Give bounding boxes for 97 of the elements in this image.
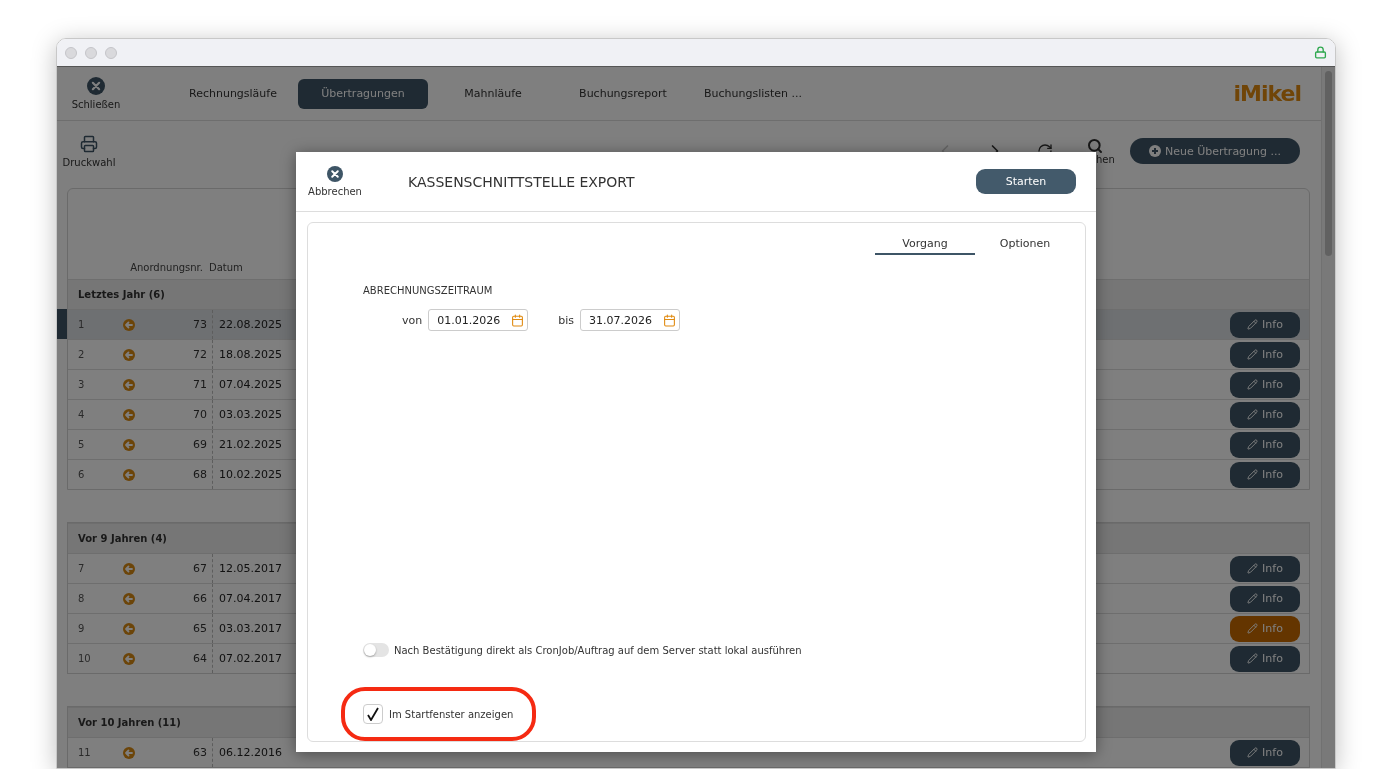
table-cell-text: 9 bbox=[77, 623, 86, 634]
info-button[interactable]: Info bbox=[1230, 461, 1300, 488]
arrow-left-icon bbox=[123, 592, 135, 605]
calendar-icon[interactable] bbox=[511, 313, 525, 327]
nav-tab[interactable]: Mahnläufe bbox=[428, 78, 558, 109]
nav-tab[interactable]: Übertragungen bbox=[298, 78, 428, 109]
window-control[interactable] bbox=[65, 46, 77, 59]
table-cell-text: 03.03.2017 bbox=[218, 622, 282, 635]
nav-tab[interactable]: Rechnungsläufe bbox=[168, 78, 298, 109]
calendar-icon[interactable] bbox=[663, 313, 676, 327]
pencil-icon bbox=[1247, 747, 1259, 758]
dialog-tab[interactable]: Vorgang bbox=[875, 233, 975, 255]
logo: iMikel bbox=[1233, 81, 1301, 107]
table-cell-text: 10 bbox=[77, 653, 92, 664]
table-cell-text: 11 bbox=[77, 747, 92, 758]
table-cell-text: 8 bbox=[77, 593, 86, 604]
scrollbar[interactable] bbox=[1321, 67, 1335, 768]
date-field[interactable]: 01.01.2026 bbox=[428, 309, 529, 331]
info-button[interactable]: Info bbox=[1230, 739, 1300, 766]
pencil-icon bbox=[1247, 439, 1259, 450]
info-button[interactable]: Info bbox=[1230, 585, 1300, 612]
lock-icon bbox=[1314, 46, 1327, 59]
pencil-icon bbox=[1247, 623, 1259, 634]
table-cell-text: 22.08.2025 bbox=[218, 318, 282, 331]
info-button[interactable]: Info bbox=[1230, 645, 1300, 672]
table-cell: 68 bbox=[135, 460, 213, 489]
table-cell: 63 bbox=[135, 738, 213, 767]
nav-tab[interactable]: Buchungslisten ... bbox=[688, 78, 818, 109]
arrow-left-icon bbox=[123, 468, 135, 481]
table-cell-text: 07.04.2025 bbox=[218, 378, 282, 391]
checkbox[interactable] bbox=[363, 704, 383, 724]
table-cell: 64 bbox=[135, 644, 213, 673]
arrow-left-icon bbox=[123, 562, 135, 575]
table-cell-text: 6 bbox=[77, 469, 86, 480]
column-header: Anordnungsnr. bbox=[129, 262, 204, 273]
info-button[interactable]: Info bbox=[1230, 401, 1300, 428]
start-button[interactable]: Starten bbox=[976, 169, 1076, 194]
table-cell-text: 5 bbox=[77, 439, 86, 450]
pencil-icon bbox=[1247, 593, 1259, 604]
field-label: bis bbox=[558, 313, 574, 327]
date-field[interactable]: 31.07.2026 bbox=[580, 309, 680, 331]
pencil-icon bbox=[1247, 319, 1259, 330]
plus-icon bbox=[1149, 145, 1161, 158]
pencil-icon bbox=[1247, 653, 1259, 664]
toggle-label: Nach Bestätigung direkt als CronJob/Auftrag auf dem Server statt lokal ausführen bbox=[394, 644, 802, 656]
arrow-left-icon bbox=[123, 652, 135, 665]
nav-tab[interactable]: Buchungsreport bbox=[558, 78, 688, 109]
table-cell-text: 06.12.2016 bbox=[218, 746, 282, 759]
checkbox-label: Im Startfenster anzeigen bbox=[389, 708, 514, 720]
window-control[interactable] bbox=[105, 46, 117, 59]
info-button[interactable]: Info bbox=[1230, 311, 1300, 338]
info-button[interactable]: Info bbox=[1230, 371, 1300, 398]
printer-icon bbox=[80, 134, 98, 153]
window-control[interactable] bbox=[85, 46, 97, 59]
table-cell-text: 21.02.2025 bbox=[218, 438, 282, 451]
table-cell-text: 4 bbox=[77, 409, 86, 420]
field-label: von bbox=[402, 313, 423, 327]
table-cell-text: 18.08.2025 bbox=[218, 348, 282, 361]
close-button[interactable]: Schließen bbox=[74, 77, 118, 111]
pencil-icon bbox=[1247, 409, 1259, 420]
arrow-left-icon bbox=[123, 622, 135, 635]
table-cell-text: 10.02.2025 bbox=[218, 468, 282, 481]
toggle-switch[interactable] bbox=[363, 643, 389, 657]
pencil-icon bbox=[1247, 349, 1259, 360]
info-button[interactable]: Info bbox=[1230, 431, 1300, 458]
info-button[interactable]: Info bbox=[1230, 615, 1300, 642]
close-icon bbox=[327, 166, 343, 182]
search-icon[interactable] bbox=[1087, 137, 1103, 154]
dialog-tab[interactable]: Optionen bbox=[975, 233, 1075, 255]
arrow-left-icon bbox=[123, 348, 135, 361]
close-icon bbox=[87, 77, 105, 96]
pencil-icon bbox=[1247, 469, 1259, 480]
section-title: ABRECHNUNGSZEITRAUM bbox=[363, 285, 494, 296]
pencil-icon bbox=[1247, 563, 1259, 574]
table-cell-text: 3 bbox=[77, 379, 86, 390]
arrow-left-icon bbox=[123, 378, 135, 391]
cancel-button[interactable]: Abbrechen bbox=[310, 166, 360, 197]
table-cell-text: 07.02.2017 bbox=[218, 652, 282, 665]
new-transfer-button[interactable]: Neue Übertragung ... bbox=[1130, 138, 1300, 165]
dialog-title: KASSENSCHNITTSTELLE EXPORT bbox=[408, 173, 636, 190]
table-cell-text: 03.03.2025 bbox=[218, 408, 282, 421]
arrow-left-icon bbox=[123, 438, 135, 451]
table-cell-text: 7 bbox=[77, 563, 86, 574]
arrow-left-icon bbox=[123, 318, 135, 331]
info-button[interactable]: Info bbox=[1230, 555, 1300, 582]
info-button[interactable]: Info bbox=[1230, 341, 1300, 368]
table-cell-text: 1 bbox=[77, 319, 86, 330]
selection-marker bbox=[57, 309, 67, 339]
table-cell-text: 2 bbox=[77, 349, 86, 360]
arrow-left-icon bbox=[123, 408, 135, 421]
arrow-left-icon bbox=[123, 746, 135, 759]
check-icon bbox=[367, 707, 379, 721]
pencil-icon bbox=[1247, 379, 1259, 390]
column-header: Datum bbox=[209, 262, 243, 273]
search-label: hen bbox=[1095, 153, 1115, 165]
table-cell-text: 07.04.2017 bbox=[218, 592, 282, 605]
table-cell-text: 12.05.2017 bbox=[218, 562, 282, 575]
